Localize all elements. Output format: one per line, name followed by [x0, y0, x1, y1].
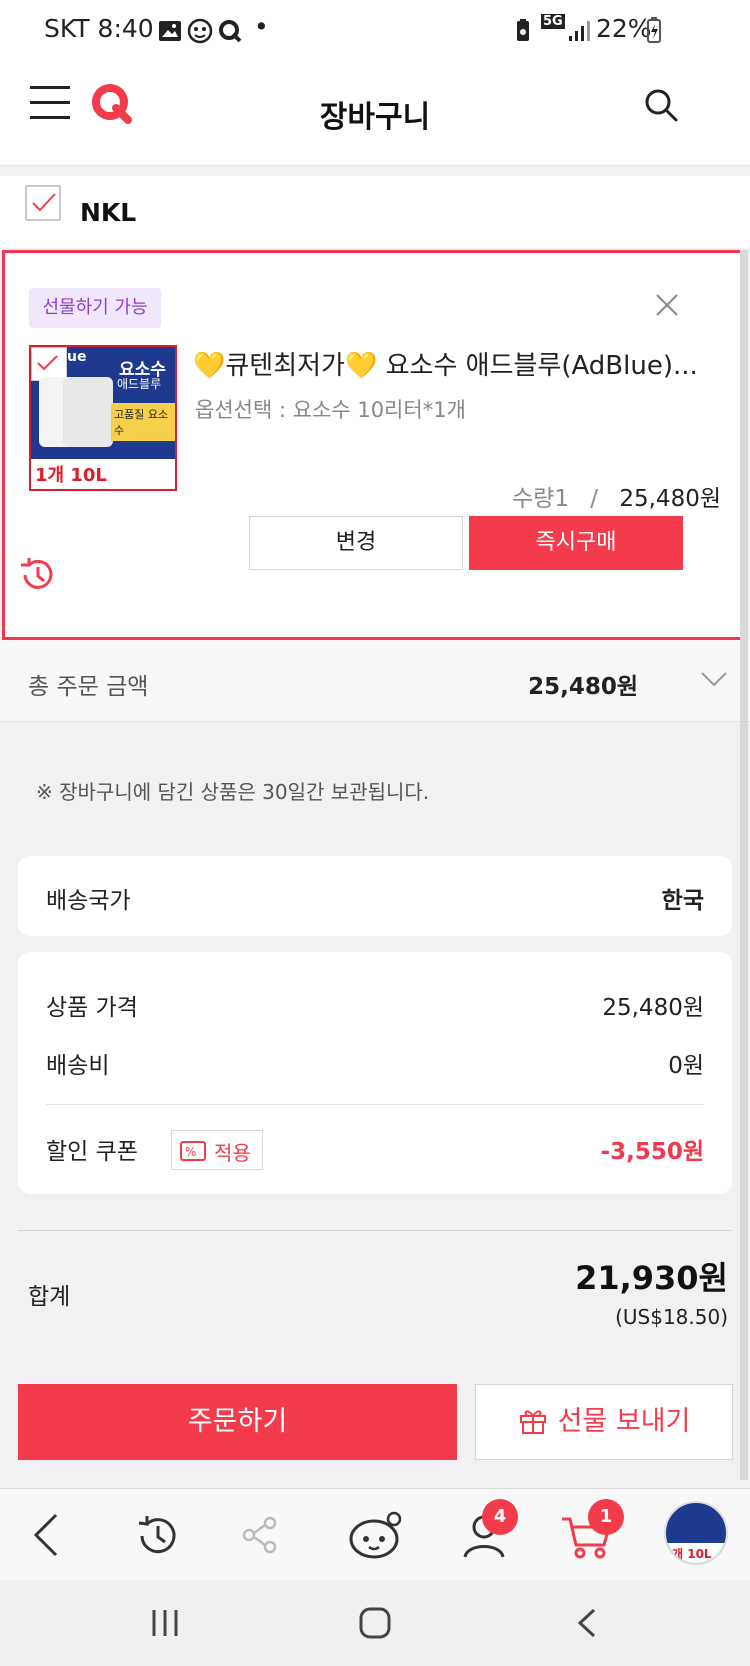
recent-product-thumbnail[interactable]: 개 10L — [664, 1501, 728, 1565]
signal-icon — [569, 21, 590, 41]
status-bar: SKT 8:40 • 5G 22% — [0, 0, 750, 64]
back-arrow-icon[interactable] — [32, 1513, 60, 1557]
retention-notice: ※ 장바구니에 담긴 상품은 30일간 보관됩니다. — [36, 780, 430, 804]
order-button[interactable]: 주문하기 — [18, 1384, 457, 1460]
product-title[interactable]: 💛큐텐최저가💛 요소수 애드블루(AdBlue)... — [193, 345, 713, 382]
carrier-time: SKT 8:40 — [44, 14, 154, 43]
separator: / — [590, 486, 599, 512]
price-summary-panel: 상품 가격 25,480원 배송비 0원 할인 쿠폰 % 적용 -3,550원 — [18, 952, 732, 1194]
back-nav-icon[interactable] — [576, 1608, 598, 1638]
coupon-icon: % — [180, 1141, 206, 1161]
thumb-sub-text: 애드블루 — [117, 377, 162, 391]
page-title: 장바구니 — [319, 100, 431, 135]
gallery-icon — [159, 21, 181, 41]
recent-history-icon[interactable] — [17, 555, 57, 595]
gift-icon — [519, 1409, 546, 1434]
sum-usd: (US$18.50) — [615, 1305, 728, 1329]
seller-checkbox[interactable] — [25, 185, 61, 221]
coupon-discount-value: -3,550원 — [600, 1139, 704, 1165]
battery-percent: 22% — [596, 14, 652, 43]
recent-apps-icon[interactable] — [150, 1608, 180, 1638]
recent-thumb-text: 개 10L — [672, 1547, 712, 1561]
recent-history-icon[interactable] — [134, 1513, 180, 1559]
product-thumbnail[interactable]: ue 요소수 애드블루 고품질 요소수 1개 10L — [29, 345, 177, 491]
chevron-down-icon[interactable] — [700, 670, 728, 688]
shipping-country-label: 배송국가 — [46, 888, 131, 914]
emoji-app-icon — [187, 18, 213, 44]
thumb-corner-text: ue — [67, 349, 87, 365]
qoo10-mascot-icon[interactable] — [348, 1509, 404, 1561]
qoo10-status-icon — [219, 20, 242, 43]
gift-available-badge: 선물하기 가능 — [29, 288, 161, 328]
thumb-label-text: 고품질 요소수 — [111, 403, 175, 441]
svg-text:%: % — [185, 1145, 196, 1159]
jerrycan-image — [63, 377, 113, 447]
coupon-apply-label: 적용 — [214, 1141, 251, 1165]
shipping-country-value: 한국 — [661, 888, 704, 914]
battery-saver-icon — [517, 19, 529, 41]
total-order-label: 총 주문 금액 — [28, 674, 149, 700]
battery-icon — [647, 17, 661, 43]
cart-badge: 1 — [588, 1499, 624, 1535]
seller-name[interactable]: NKL — [80, 198, 136, 227]
network-5g-label: 5G — [541, 14, 565, 29]
bottom-toolbar: 4 1 개 10L — [0, 1488, 750, 1580]
product-price-value: 25,480원 — [602, 995, 704, 1021]
shipping-fee-value: 0원 — [668, 1053, 704, 1079]
shipping-country-panel[interactable]: 배송국가 한국 — [18, 856, 732, 936]
total-order-value: 25,480원 — [528, 674, 638, 700]
search-icon[interactable] — [644, 88, 678, 122]
check-icon — [32, 193, 56, 212]
product-option: 옵션선택 : 요소수 10리터*1개 — [195, 398, 466, 422]
change-button[interactable]: 변경 — [249, 516, 463, 570]
sum-value: 21,930원 — [575, 1259, 728, 1297]
send-gift-label: 선물 보내기 — [557, 1406, 691, 1437]
shipping-fee-label: 배송비 — [46, 1053, 110, 1079]
coupon-label: 할인 쿠폰 — [46, 1139, 138, 1165]
buy-now-button[interactable]: 즉시구매 — [469, 516, 683, 570]
seller-row: NKL — [0, 176, 750, 248]
item-checkbox[interactable] — [31, 347, 67, 381]
quantity: 수량1 — [512, 486, 569, 512]
scrollbar[interactable] — [740, 250, 748, 1480]
status-dot: • — [254, 12, 269, 41]
divider — [46, 1104, 704, 1105]
sum-label: 합계 — [28, 1284, 71, 1310]
system-nav-bar — [0, 1580, 750, 1666]
item-price: 25,480원 — [619, 486, 721, 512]
check-icon — [37, 355, 58, 371]
total-order-row[interactable]: 총 주문 금액 25,480원 — [0, 640, 750, 722]
send-gift-button[interactable]: 선물 보내기 — [475, 1384, 733, 1460]
coupon-apply-button[interactable]: % 적용 — [171, 1130, 263, 1170]
close-icon[interactable] — [655, 293, 679, 317]
home-icon[interactable] — [358, 1606, 392, 1640]
cart-item-card: 선물하기 가능 ue 요소수 애드블루 고품질 요소수 1개 10L 💛큐텐최저… — [2, 250, 748, 640]
share-icon[interactable] — [240, 1515, 280, 1555]
quantity-price: 수량1 / 25,480원 — [512, 479, 721, 513]
thumb-bottom-text: 1개 10L — [35, 465, 107, 486]
app-header: 장바구니 — [0, 64, 750, 166]
profile-badge: 4 — [482, 1499, 518, 1535]
product-price-label: 상품 가격 — [46, 995, 138, 1021]
sum-row: 합계 21,930원 (US$18.50) — [18, 1230, 732, 1354]
